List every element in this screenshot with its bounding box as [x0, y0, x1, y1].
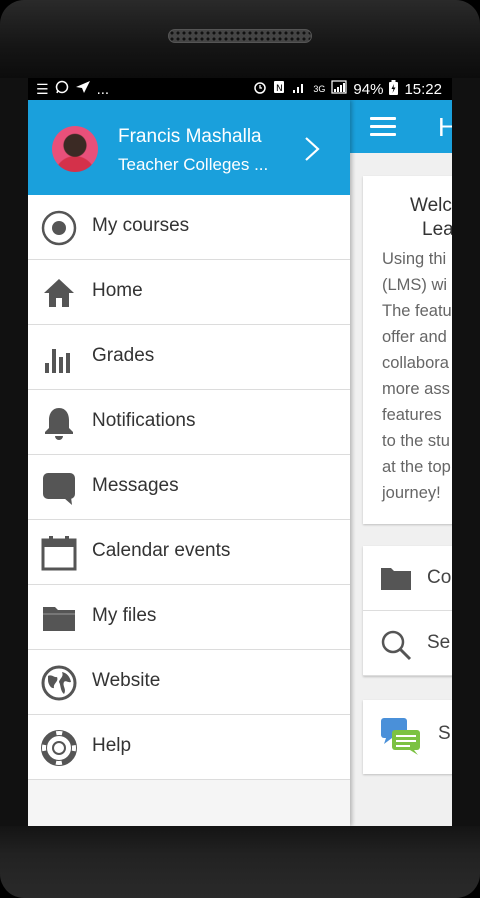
- network-type: 3G: [313, 83, 326, 94]
- sidebar-item-grades[interactable]: Grades: [28, 325, 350, 390]
- welcome-text-line: offer and: [382, 328, 447, 346]
- globe-icon: [40, 664, 78, 702]
- welcome-title: Welc Lea: [410, 194, 452, 242]
- nfc-icon: N: [273, 80, 285, 98]
- sidebar-item-my-files[interactable]: My files: [28, 585, 350, 650]
- welcome-text-line: The featu: [382, 302, 452, 320]
- sidebar-item-label: Help: [92, 735, 132, 756]
- battery-level: 94%: [353, 80, 384, 98]
- bell-icon: [40, 404, 78, 442]
- battery-icon: [389, 79, 399, 99]
- home-icon: [40, 274, 78, 312]
- sidebar-item-label: My courses: [92, 215, 190, 236]
- sidebar-item-label: Calendar events: [92, 540, 231, 561]
- earpiece-speaker: [168, 29, 312, 43]
- welcome-text-line: at the top: [382, 458, 451, 476]
- bar-chart-icon: [40, 339, 78, 377]
- folder-icon: [379, 563, 413, 593]
- welcome-text-line: to the stu: [382, 432, 450, 450]
- send-icon: [75, 80, 91, 98]
- sidebar-item-messages[interactable]: Messages: [28, 455, 350, 520]
- phone-top-bezel: [0, 0, 480, 78]
- welcome-title-line: Welc: [410, 195, 452, 216]
- phone-bottom-bezel: [0, 826, 480, 898]
- sidebar-item-help[interactable]: Help: [28, 715, 350, 780]
- status-bar: ☰ ... N 3G 94% 15:22: [28, 78, 452, 100]
- folder-icon: [40, 599, 78, 637]
- user-name: Francis Mashalla: [118, 126, 262, 147]
- menu-item-label: Se: [427, 632, 451, 653]
- welcome-text-line: features: [382, 406, 442, 424]
- welcome-text-line: Using thi: [382, 250, 447, 268]
- welcome-text: Using thi (LMS) wi The featu offer and c…: [382, 246, 452, 506]
- welcome-title-line: Lea: [422, 219, 452, 240]
- sidebar-item-label: Home: [92, 280, 143, 301]
- app-title: H: [438, 112, 452, 142]
- target-icon: [40, 209, 78, 247]
- clock: 15:22: [404, 80, 442, 98]
- navigation-drawer: Francis Mashalla Teacher Colleges ... My…: [28, 100, 350, 826]
- chat-bubbles-icon: [380, 716, 422, 756]
- welcome-text-line: more ass: [382, 380, 450, 398]
- sidebar-item-notifications[interactable]: Notifications: [28, 390, 350, 455]
- avatar: [52, 126, 98, 172]
- welcome-text-line: collabora: [382, 354, 449, 372]
- app-header: H: [350, 100, 452, 153]
- hamburger-menu-icon[interactable]: [370, 117, 396, 137]
- welcome-text-line: journey!: [382, 484, 441, 502]
- alarm-icon: [253, 80, 267, 98]
- svg-text:N: N: [276, 84, 283, 94]
- notification-overflow: ...: [96, 80, 110, 98]
- drawer-header[interactable]: Francis Mashalla Teacher Colleges ...: [28, 100, 350, 195]
- sidebar-item-label: Messages: [92, 475, 179, 496]
- sidebar-item-label: My files: [92, 605, 157, 626]
- chevron-right-icon[interactable]: [302, 135, 322, 163]
- screen: H Welc Lea Using thi (LMS) wi The featu …: [28, 100, 452, 826]
- sidebar-item-website[interactable]: Website: [28, 650, 350, 715]
- user-site-name: Teacher Colleges ...: [118, 155, 269, 174]
- sidebar-item-label: Grades: [92, 345, 155, 366]
- sidebar-item-label: Website: [92, 670, 161, 691]
- sidebar-item-home[interactable]: Home: [28, 260, 350, 325]
- search-icon: [379, 628, 413, 661]
- welcome-text-line: (LMS) wi: [382, 276, 448, 294]
- site-card[interactable]: S: [363, 700, 452, 774]
- sidebar-item-calendar-events[interactable]: Calendar events: [28, 520, 350, 585]
- phone-right-bezel: [452, 78, 480, 826]
- welcome-card: Welc Lea Using thi (LMS) wi The featu of…: [363, 176, 452, 524]
- signal-strength-icon: [331, 80, 348, 98]
- signal-icon: [291, 80, 307, 98]
- calendar-icon: [40, 534, 78, 572]
- main-menu-card: Co Se: [363, 546, 452, 676]
- lifebuoy-icon: [40, 729, 78, 767]
- menu-item-courses[interactable]: Co: [363, 546, 452, 611]
- sidebar-item-my-courses[interactable]: My courses: [28, 195, 350, 260]
- list-icon: ☰: [36, 81, 49, 97]
- menu-item-search[interactable]: Se: [363, 611, 452, 676]
- whatsapp-icon: [55, 80, 69, 98]
- sidebar-item-label: Notifications: [92, 410, 196, 431]
- chat-bubble-icon: [40, 469, 78, 507]
- phone-left-bezel: [0, 78, 28, 826]
- menu-item-label: Co: [427, 567, 452, 588]
- site-card-label: S: [438, 723, 451, 744]
